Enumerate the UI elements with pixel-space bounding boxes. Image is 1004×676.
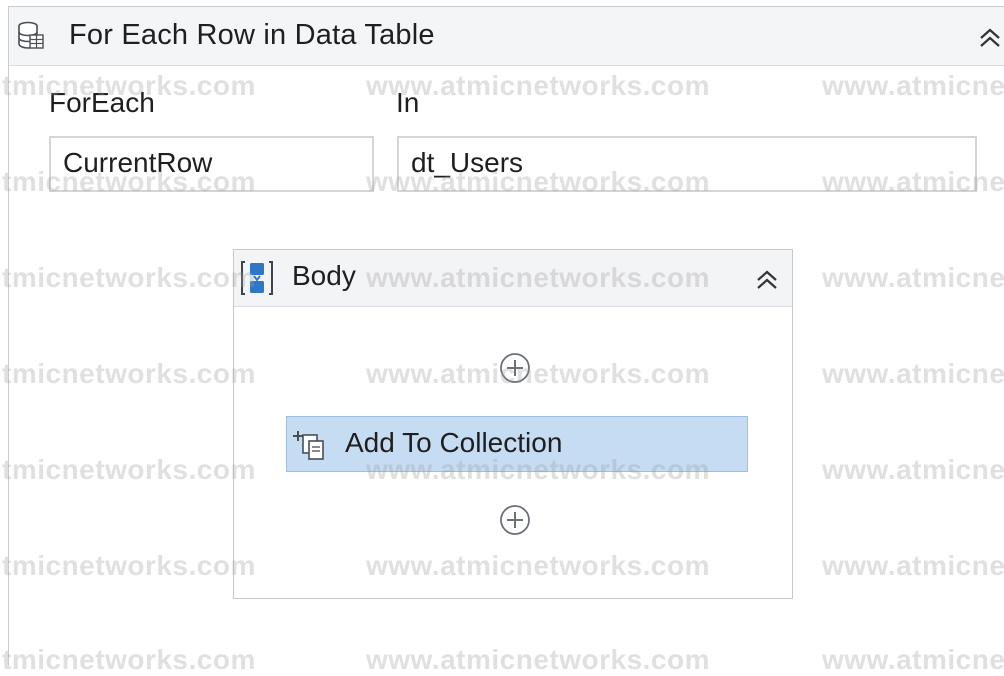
foreach-variable-field[interactable]: CurrentRow [49, 136, 374, 192]
body-header[interactable]: Body [234, 250, 792, 307]
activity-label: Add To Collection [345, 427, 563, 458]
in-label: In [396, 87, 420, 118]
double-chevron-up-icon[interactable] [752, 265, 782, 295]
activity-title: For Each Row in Data Table [69, 19, 435, 51]
add-activity-icon[interactable] [499, 504, 531, 536]
data-table-icon [15, 21, 45, 51]
foreach-label: ForEach [49, 87, 155, 118]
add-activity-icon[interactable] [499, 352, 531, 384]
for-each-row-activity[interactable]: For Each Row in Data Table ForEach In Cu… [8, 6, 1004, 666]
body-sequence[interactable]: Body Add To Collection [233, 249, 793, 599]
body-title: Body [292, 260, 356, 291]
in-datatable-field[interactable]: dt_Users [397, 136, 977, 192]
double-chevron-up-icon[interactable] [975, 23, 1004, 53]
add-to-collection-icon [293, 429, 327, 461]
activity-header[interactable]: For Each Row in Data Table [9, 7, 1004, 66]
activity-add-to-collection[interactable]: Add To Collection [286, 416, 748, 472]
sequence-icon [240, 258, 274, 298]
